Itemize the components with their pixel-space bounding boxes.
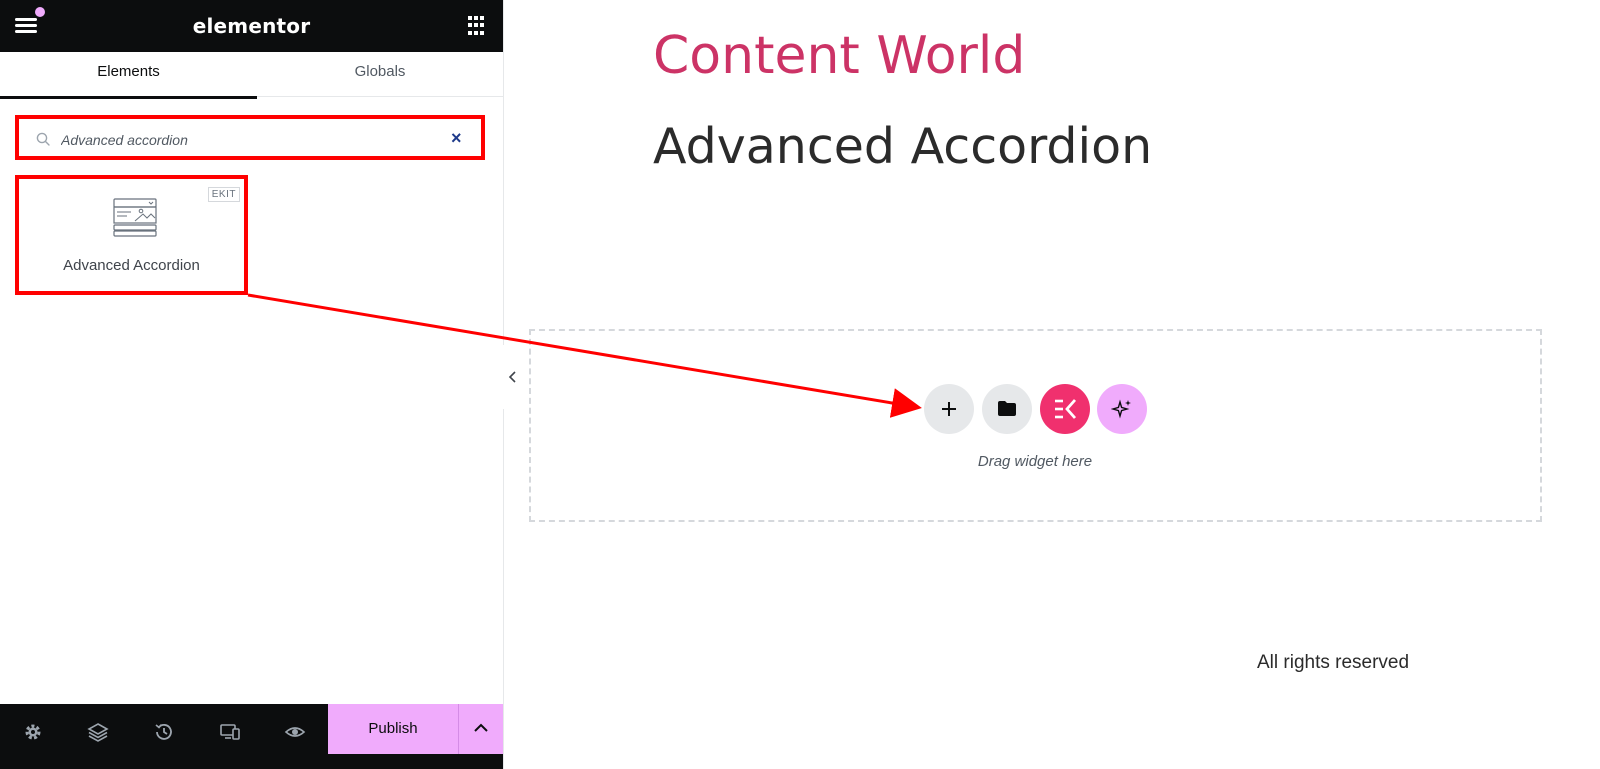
elementor-logo: elementor [192, 14, 311, 38]
layers-icon[interactable] [87, 721, 109, 743]
ai-sparkle-icon [1111, 399, 1131, 419]
history-icon[interactable] [153, 721, 175, 743]
chevron-left-icon [508, 371, 516, 383]
search-input[interactable] [59, 127, 443, 153]
panel-footer: Publish [0, 704, 503, 769]
chevron-up-icon [474, 723, 488, 732]
footer-copyright: All rights reserved [1257, 652, 1410, 673]
widget-label: Advanced Accordion [63, 257, 200, 274]
panel-collapse-handle[interactable] [503, 345, 523, 409]
tab-globals[interactable]: Globals [257, 52, 503, 96]
elementskit-library-button[interactable] [1040, 384, 1090, 434]
accordion-widget-icon [113, 198, 157, 237]
preview-icon[interactable] [284, 721, 306, 743]
search-icon [36, 132, 50, 146]
publish-options-button[interactable] [458, 704, 503, 754]
tab-elements[interactable]: Elements [0, 52, 257, 99]
close-icon[interactable]: × [451, 129, 462, 147]
panel-header: elementor [0, 0, 503, 52]
widget-advanced-accordion[interactable]: EKIT Advanced Accordion [15, 175, 248, 295]
site-title: Content World [653, 26, 1026, 86]
elementskit-icon [1055, 399, 1077, 419]
page-heading: Advanced Accordion [653, 118, 1153, 175]
widget-search: × [15, 115, 485, 160]
responsive-icon[interactable] [219, 721, 241, 743]
drag-hint: Drag widget here [977, 453, 1093, 470]
settings-icon[interactable] [22, 721, 44, 743]
ai-assistant-button[interactable] [1097, 384, 1147, 434]
publish-button[interactable]: Publish [328, 704, 458, 754]
plus-icon [942, 402, 956, 416]
panel-tabs: Elements Globals [0, 52, 503, 99]
widgets-grid-icon[interactable] [468, 16, 488, 36]
ekit-badge: EKIT [207, 187, 240, 202]
folder-icon [998, 401, 1016, 416]
template-library-button[interactable] [982, 384, 1032, 434]
add-section-button[interactable] [924, 384, 974, 434]
drop-zone[interactable] [529, 329, 1542, 522]
editor-panel: elementor Elements Globals × EKIT [0, 0, 504, 769]
